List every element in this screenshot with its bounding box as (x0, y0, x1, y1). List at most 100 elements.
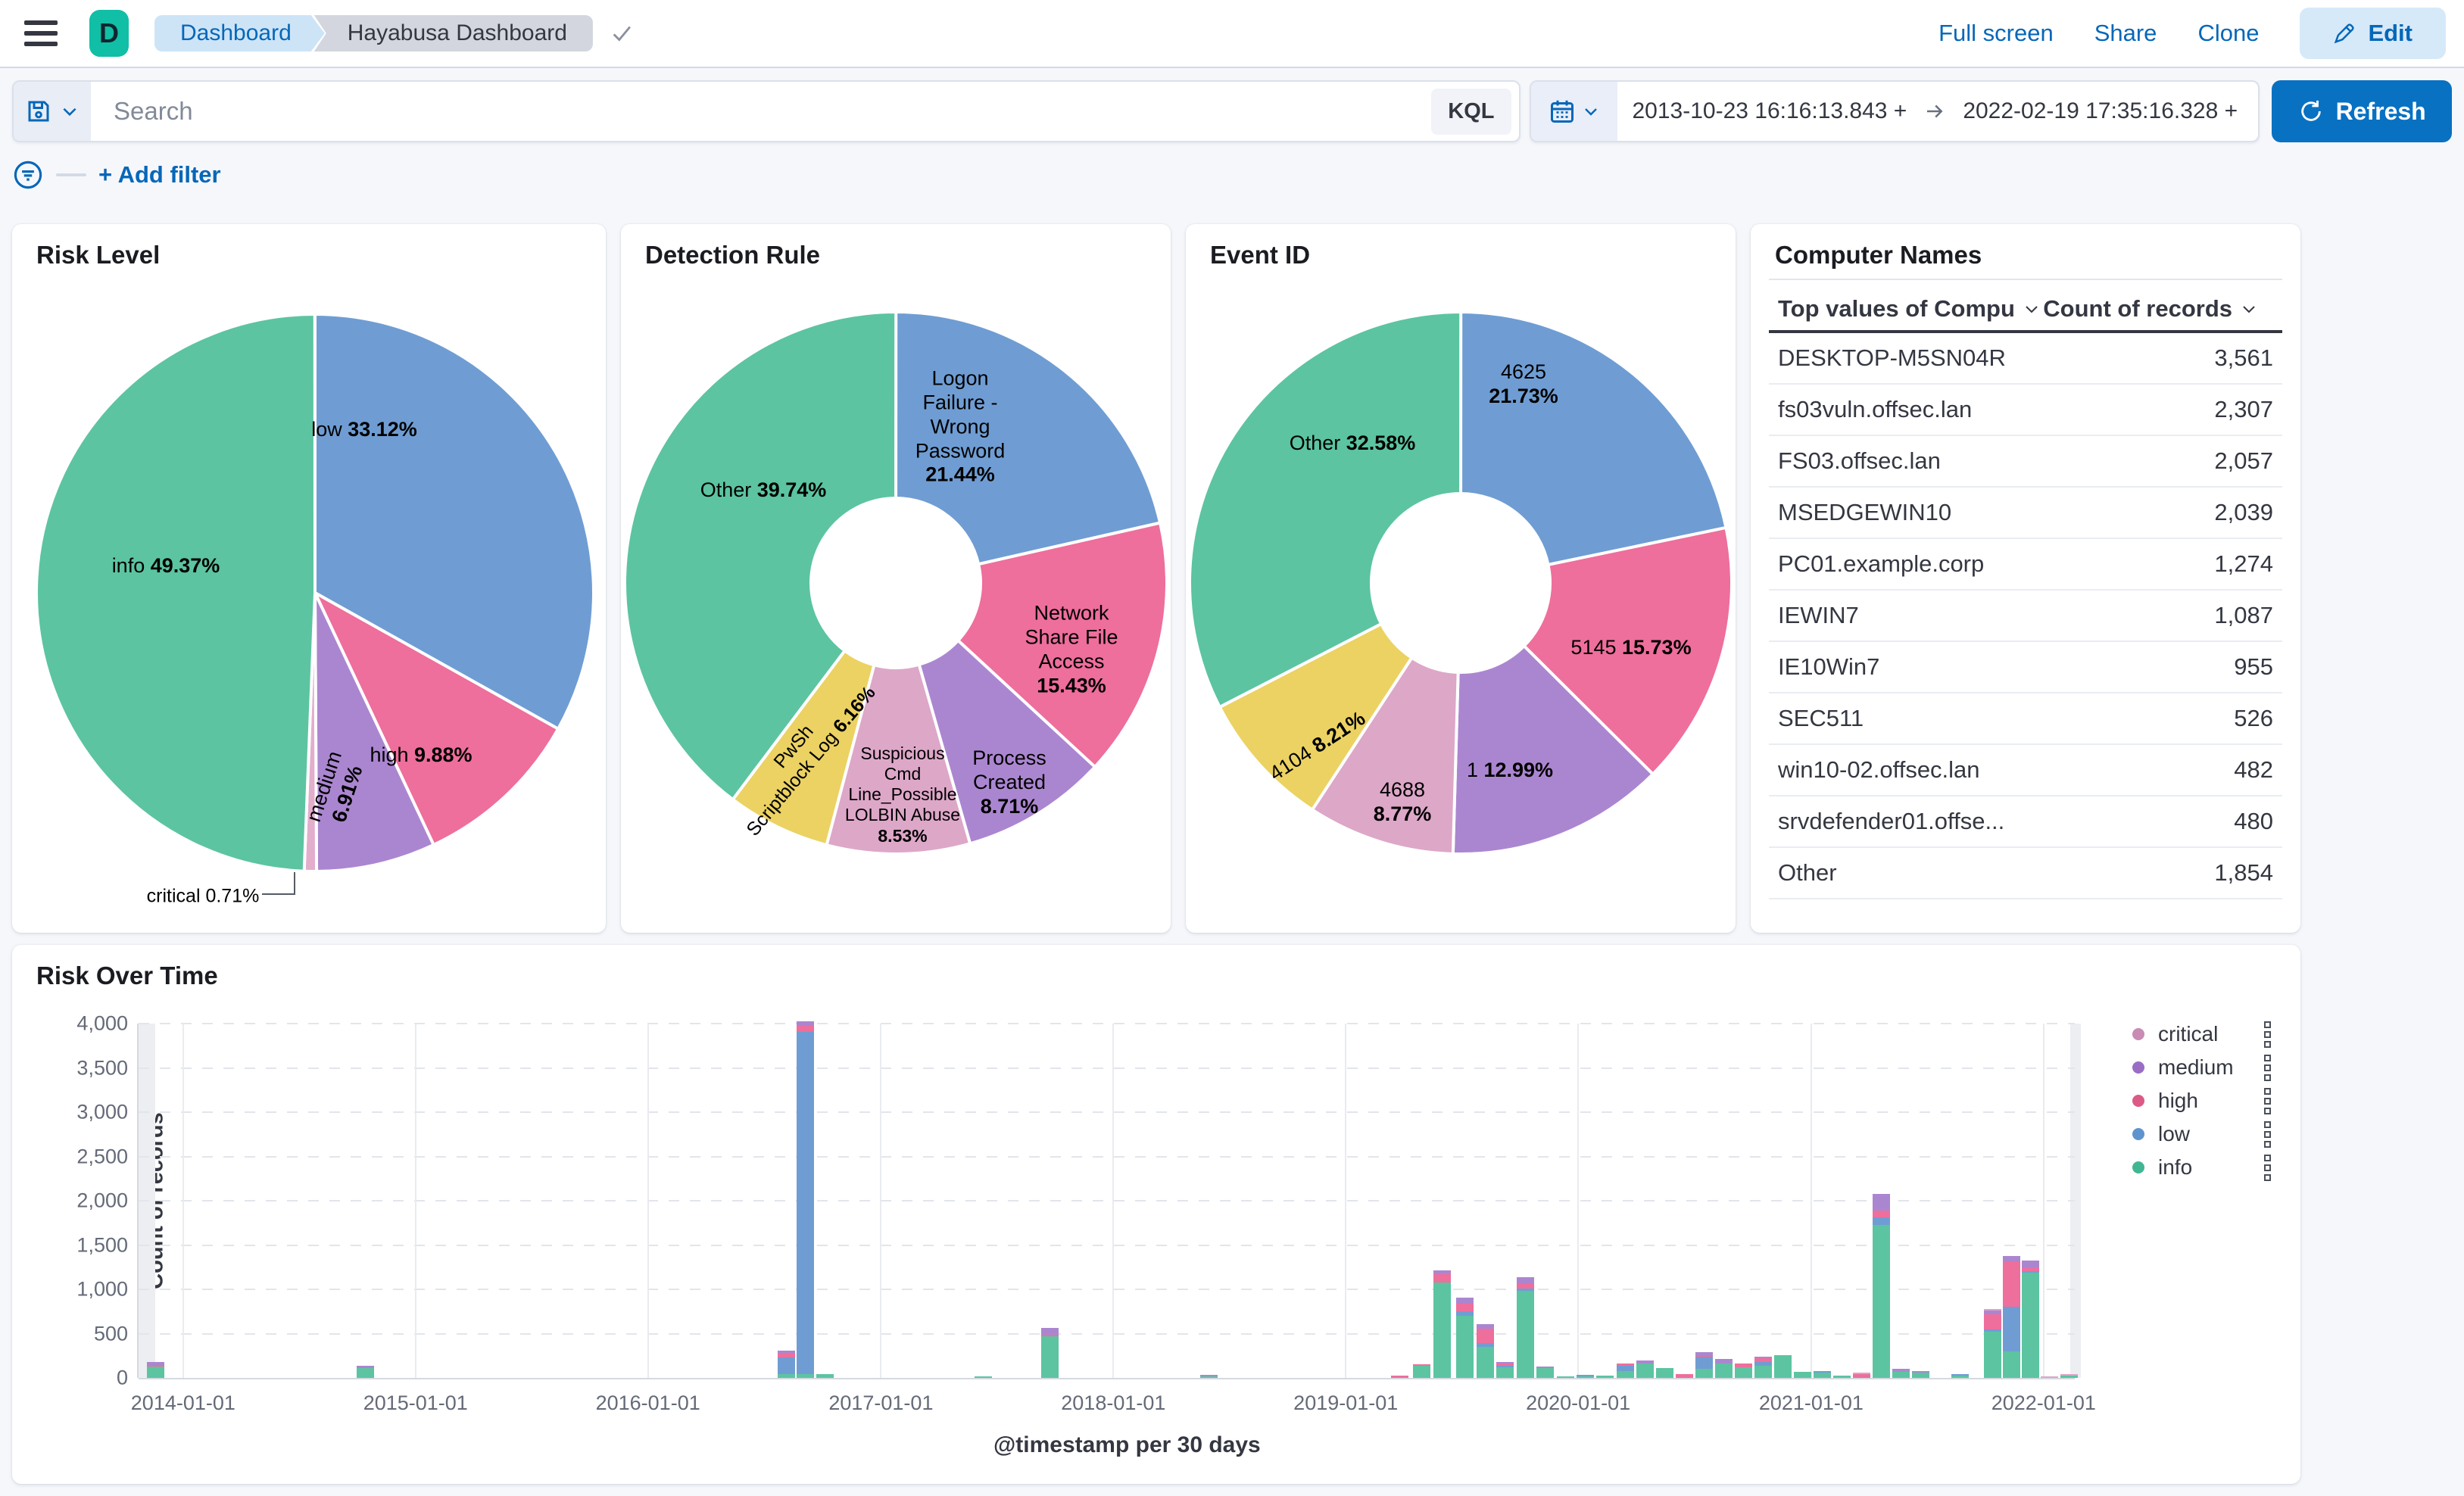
add-filter-link[interactable]: + Add filter (98, 161, 221, 189)
computer-name-cell: SEC511 (1778, 705, 1864, 731)
table-header: Top values of Compu Count of records (1778, 288, 2258, 330)
stacked-bar[interactable] (357, 1365, 375, 1378)
stacked-bar[interactable] (146, 1361, 164, 1378)
bar-segment-high (1455, 1303, 1474, 1311)
stacked-bar[interactable] (797, 1021, 815, 1378)
full-screen-link[interactable]: Full screen (1938, 20, 2054, 47)
table-row[interactable]: win10-02.offsec.lan 482 (1769, 745, 2282, 796)
kql-button[interactable]: KQL (1431, 88, 1511, 135)
date-from[interactable]: 2013-10-23 16:16:13.843 + (1617, 98, 1923, 124)
gridline-vertical (1810, 1024, 1812, 1378)
stacked-bar[interactable] (1536, 1367, 1555, 1378)
stacked-bar[interactable] (1814, 1370, 1832, 1378)
stacked-bar[interactable] (1983, 1308, 2001, 1378)
stacked-bar[interactable] (1892, 1369, 1910, 1378)
panel-title: Risk Over Time (36, 961, 218, 990)
stacked-bar[interactable] (1872, 1194, 1890, 1378)
legend-item-high[interactable]: high (2132, 1084, 2271, 1117)
legend-options-icon[interactable] (2264, 1087, 2271, 1114)
refresh-label: Refresh (2335, 97, 2426, 125)
saved-query-button[interactable] (14, 82, 91, 141)
stacked-bar[interactable] (1477, 1323, 1495, 1378)
legend-item-low[interactable]: low (2132, 1117, 2271, 1151)
legend-label: high (2158, 1089, 2198, 1112)
legend-item-medium[interactable]: medium (2132, 1051, 2271, 1084)
edit-button[interactable]: Edit (2300, 8, 2446, 59)
table-row[interactable]: fs03vuln.offsec.lan 2,307 (1769, 385, 2282, 436)
computer-name-cell: IE10Win7 (1778, 653, 1880, 680)
legend-item-info[interactable]: info (2132, 1151, 2271, 1184)
column-header-count[interactable]: Count of records (2043, 295, 2258, 323)
computer-name-cell: FS03.offsec.lan (1778, 447, 1941, 474)
stacked-bar[interactable] (1433, 1270, 1452, 1378)
refresh-button[interactable]: Refresh (2272, 80, 2452, 142)
gridline-horizontal (139, 1332, 2075, 1335)
stacked-bar[interactable] (1041, 1328, 1059, 1378)
stacked-bar[interactable] (1714, 1358, 1733, 1378)
stacked-bar[interactable] (1496, 1361, 1514, 1378)
stacked-bar[interactable] (1636, 1360, 1654, 1378)
bar-segment-low (2002, 1307, 2020, 1351)
legend-item-critical[interactable]: critical (2132, 1018, 2271, 1051)
top-nav: D Dashboard Hayabusa Dashboard Full scre… (0, 0, 2464, 68)
stacked-bar[interactable] (1911, 1370, 1929, 1378)
x-axis-tick-label: 2017-01-01 (828, 1392, 934, 1414)
y-axis-tick-label: 2,500 (76, 1145, 128, 1167)
gridline-horizontal (139, 1067, 2075, 1069)
check-icon[interactable] (610, 20, 635, 46)
stacked-bar[interactable] (1754, 1356, 1772, 1378)
stacked-bar[interactable] (1774, 1355, 1792, 1378)
table-row[interactable]: FS03.offsec.lan 2,057 (1769, 436, 2282, 488)
bar-segment-info (1911, 1372, 1929, 1378)
divider (1769, 279, 2282, 280)
breadcrumb-dashboard[interactable]: Dashboard (154, 15, 325, 51)
y-axis-tick-label: 1,000 (76, 1277, 128, 1301)
bar-segment-low (797, 1032, 815, 1374)
bar-segment-medium (1455, 1298, 1474, 1304)
menu-icon[interactable] (24, 20, 58, 46)
table-row[interactable]: Other 1,854 (1769, 848, 2282, 899)
bar-segment-low (1695, 1356, 1713, 1370)
column-header-computer[interactable]: Top values of Compu (1778, 295, 2041, 323)
table-row[interactable]: DESKTOP-M5SN04R 3,561 (1769, 333, 2282, 385)
legend-options-icon[interactable] (2264, 1154, 2271, 1181)
table-row[interactable]: SEC511 526 (1769, 693, 2282, 745)
date-picker-button[interactable] (1530, 82, 1617, 141)
stacked-bar[interactable] (1853, 1373, 1871, 1378)
gridline-vertical (1112, 1024, 1115, 1378)
panel-title: Computer Names (1775, 241, 1982, 269)
stacked-bar[interactable] (778, 1350, 796, 1378)
stacked-bar[interactable] (1794, 1371, 1812, 1378)
table-row[interactable]: MSEDGEWIN10 2,039 (1769, 488, 2282, 539)
breadcrumb-current[interactable]: Hayabusa Dashboard (313, 15, 593, 51)
pie-slice-label: Other 32.58% (1289, 432, 1416, 455)
legend-options-icon[interactable] (2264, 1054, 2271, 1081)
space-avatar[interactable]: D (89, 10, 129, 57)
table-row[interactable]: IEWIN7 1,087 (1769, 591, 2282, 642)
table-row[interactable]: PC01.example.corp 1,274 (1769, 539, 2282, 591)
search-input[interactable]: Search (91, 82, 1431, 141)
clone-link[interactable]: Clone (2197, 20, 2259, 47)
stacked-bar[interactable] (1695, 1351, 1713, 1378)
stacked-bar[interactable] (1413, 1364, 1431, 1378)
stacked-bar[interactable] (2022, 1261, 2040, 1378)
share-link[interactable]: Share (2094, 20, 2157, 47)
bar-segment-info (1636, 1364, 1654, 1378)
legend-options-icon[interactable] (2264, 1120, 2271, 1148)
stacked-bar[interactable] (1616, 1364, 1634, 1378)
arrow-right-icon (1927, 104, 1943, 118)
filter-icon[interactable] (12, 159, 44, 191)
date-to[interactable]: 2022-02-19 17:35:16.328 + (1948, 98, 2253, 124)
computer-name-cell: MSEDGEWIN10 (1778, 499, 1952, 525)
bar-segment-medium (1517, 1277, 1535, 1284)
stacked-bar[interactable] (1734, 1364, 1752, 1378)
legend-options-icon[interactable] (2264, 1021, 2271, 1048)
bar-segment-high (1477, 1328, 1495, 1343)
stacked-bar[interactable] (1517, 1277, 1535, 1378)
stacked-bar[interactable] (1455, 1298, 1474, 1378)
table-row[interactable]: IE10Win7 955 (1769, 642, 2282, 693)
legend-label: medium (2158, 1055, 2234, 1079)
stacked-bar[interactable] (1655, 1368, 1673, 1378)
table-row[interactable]: srvdefender01.offse... 480 (1769, 796, 2282, 848)
stacked-bar[interactable] (2002, 1255, 2020, 1378)
